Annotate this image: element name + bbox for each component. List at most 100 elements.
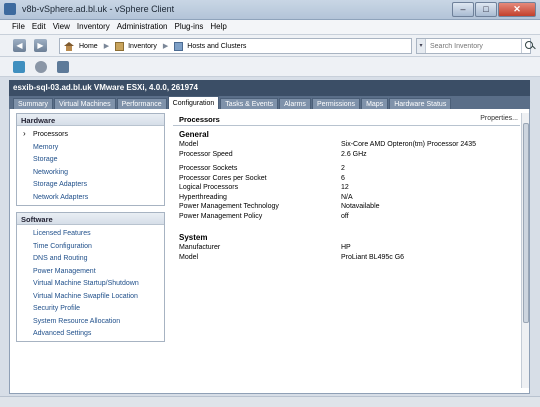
software-item-power-management[interactable]: Power Management (17, 266, 164, 279)
row-label: Processor Speed (179, 150, 233, 158)
host-title: esxib-sql-03.ad.bl.uk VMware ESXi, 4.0.0… (9, 80, 530, 96)
hardware-item-networking[interactable]: Networking (17, 167, 164, 180)
row-value: 12 (341, 184, 349, 191)
row-label: Model (179, 253, 199, 261)
software-item-licensed-features[interactable]: Licensed Features (17, 228, 164, 241)
system-row: Model ProLiant BL495c G6 (173, 254, 520, 264)
scrollbar-thumb[interactable] (523, 123, 529, 323)
tab-summary[interactable]: Summary (13, 98, 53, 109)
settings-icon[interactable] (35, 61, 47, 73)
row-label: Hyperthreading (179, 193, 227, 201)
window-controls: – □ ✕ (452, 2, 536, 17)
minimize-button[interactable]: – (452, 2, 474, 17)
navigation-bar: ◀ ▶ Home ▶ Inventory ▶ Hosts and Cluster… (0, 35, 540, 57)
properties-link[interactable]: Properties... (480, 115, 518, 122)
inventory-icon (115, 41, 125, 51)
software-panel: Software Licensed Features Time Configur… (16, 212, 165, 342)
search-input[interactable] (426, 40, 521, 52)
processors-detail: Processors Properties... General Model Si… (173, 113, 520, 389)
maximize-button[interactable]: □ (475, 2, 497, 17)
hosts-clusters-icon (174, 41, 184, 51)
menu-plugins[interactable]: Plug-ins (172, 20, 208, 34)
general-row: Processor Sockets 2 (173, 165, 520, 175)
search-scope-dropdown[interactable]: ▾ (417, 39, 426, 53)
row-label: Manufacturer (179, 244, 221, 251)
app-icon (4, 3, 16, 15)
home-icon (64, 41, 74, 51)
breadcrumb: Home ▶ Inventory ▶ Hosts and Clusters (59, 38, 412, 54)
host-action-icon[interactable] (57, 61, 69, 73)
configuration-content: Hardware Processors Memory Storage Netwo… (9, 109, 530, 394)
software-item-vm-swapfile-location[interactable]: Virtual Machine Swapfile Location (17, 291, 164, 304)
software-item-system-resource-allocation[interactable]: System Resource Allocation (17, 316, 164, 329)
row-value: Notavailable (341, 203, 380, 210)
row-label: Power Management Policy (179, 212, 263, 220)
general-row: Logical Processors 12 (173, 184, 520, 194)
page-title: Processors (179, 115, 220, 124)
tab-virtual-machines[interactable]: Virtual Machines (53, 98, 116, 109)
tab-bar: Summary Virtual Machines Performance Con… (9, 96, 530, 109)
hardware-item-storage-adapters[interactable]: Storage Adapters (17, 179, 164, 192)
general-row: Power Management Technology Notavailable (173, 203, 520, 213)
breadcrumb-inventory[interactable]: Inventory (128, 43, 157, 50)
breadcrumb-separator-icon: ▶ (103, 43, 110, 50)
software-item-dns-routing[interactable]: DNS and Routing (17, 253, 164, 266)
row-value: 2 (341, 165, 345, 172)
row-value: ProLiant BL495c G6 (341, 253, 405, 261)
hardware-header: Hardware (17, 114, 164, 126)
processors-header: Processors Properties... (173, 113, 520, 126)
row-value: Six-Core AMD Opteron(tm) Processor 2435 (341, 141, 476, 148)
tab-tasks-events[interactable]: Tasks & Events (220, 98, 279, 109)
hardware-panel: Hardware Processors Memory Storage Netwo… (16, 113, 165, 206)
status-bar (0, 396, 540, 407)
search-box: ▾ (416, 38, 533, 54)
general-row: Power Management Policy off (173, 213, 520, 223)
software-item-advanced-settings[interactable]: Advanced Settings (17, 328, 164, 341)
hardware-item-memory[interactable]: Memory (17, 142, 164, 155)
tab-configuration[interactable]: Configuration (167, 96, 220, 109)
tab-performance[interactable]: Performance (116, 98, 167, 109)
menu-bar: File Edit View Inventory Administration … (0, 20, 540, 35)
tab-hardware-status[interactable]: Hardware Status (389, 98, 452, 109)
tab-maps[interactable]: Maps (361, 98, 389, 109)
new-vm-icon[interactable] (13, 61, 25, 73)
menu-view[interactable]: View (51, 20, 75, 34)
row-value: N/A (341, 193, 353, 201)
hardware-item-network-adapters[interactable]: Network Adapters (17, 192, 164, 205)
general-row: Hyperthreading N/A (173, 194, 520, 204)
menu-inventory[interactable]: Inventory (75, 20, 115, 34)
back-button[interactable]: ◀ (13, 39, 26, 52)
general-header: General (179, 130, 209, 139)
tab-permissions[interactable]: Permissions (311, 98, 361, 109)
hardware-item-storage[interactable]: Storage (17, 154, 164, 167)
software-item-time-configuration[interactable]: Time Configuration (17, 241, 164, 254)
row-value: HP (341, 244, 351, 251)
tab-alarms[interactable]: Alarms (279, 98, 311, 109)
menu-help[interactable]: Help (208, 20, 231, 34)
breadcrumb-hosts-clusters[interactable]: Hosts and Clusters (187, 43, 246, 50)
row-label: Model (179, 141, 199, 148)
software-header: Software (17, 213, 164, 225)
general-row: Processor Speed 2.6 GHz (173, 151, 520, 161)
system-row: Manufacturer HP (173, 244, 520, 254)
menu-edit[interactable]: Edit (30, 20, 51, 34)
software-item-security-profile[interactable]: Security Profile (17, 303, 164, 316)
vertical-scrollbar[interactable] (521, 113, 529, 388)
breadcrumb-separator-icon: ▶ (162, 43, 169, 50)
breadcrumb-home[interactable]: Home (79, 43, 98, 50)
row-label: Processor Sockets (179, 165, 238, 172)
row-label: Power Management Technology (179, 203, 279, 210)
menu-file[interactable]: File (10, 20, 30, 34)
title-bar: v8b-vSphere.ad.bl.uk - vSphere Client – … (0, 0, 540, 20)
general-row: Model Six-Core AMD Opteron(tm) Processor … (173, 141, 520, 151)
close-button[interactable]: ✕ (498, 2, 536, 17)
row-value: off (341, 212, 349, 220)
hardware-item-processors[interactable]: Processors (17, 128, 164, 142)
row-value: 6 (341, 174, 345, 182)
row-value: 2.6 GHz (341, 150, 367, 158)
software-item-vm-startup-shutdown[interactable]: Virtual Machine Startup/Shutdown (17, 278, 164, 291)
general-row: Processor Cores per Socket 6 (173, 175, 520, 185)
search-icon[interactable] (521, 39, 533, 53)
forward-button[interactable]: ▶ (34, 39, 47, 52)
menu-administration[interactable]: Administration (115, 20, 173, 34)
